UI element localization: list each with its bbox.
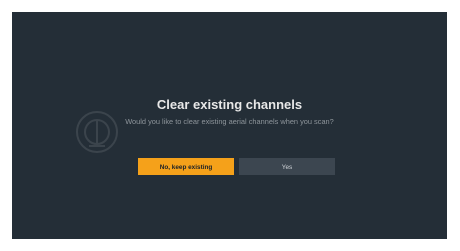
dialog-message: Would you like to clear existing aerial … [125, 117, 334, 126]
tv-screen: Clear existing channels Would you like t… [12, 12, 447, 239]
dialog-buttons: No, keep existing Yes [138, 158, 338, 175]
dialog-title: Clear existing channels [156, 97, 303, 112]
clear-channels-dialog: Clear existing channels Would you like t… [12, 97, 447, 127]
yes-button[interactable]: Yes [239, 158, 335, 175]
keep-existing-button[interactable]: No, keep existing [138, 158, 234, 175]
